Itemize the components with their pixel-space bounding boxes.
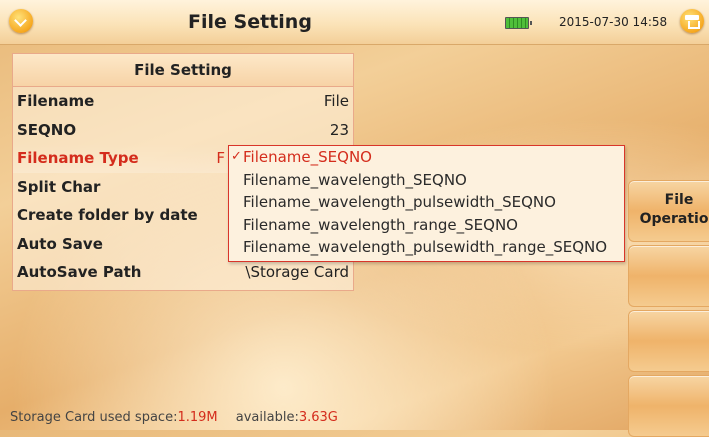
row-label: Create folder by date — [17, 206, 198, 224]
option-label: Filename_wavelength_pulsewidth_SEQNO — [243, 193, 556, 212]
side-button-4[interactable] — [628, 375, 709, 437]
row-value: F — [216, 149, 225, 167]
row-label: SEQNO — [17, 120, 77, 139]
storage-status: Storage Card used space:1.19M available:… — [10, 410, 338, 425]
row-value: 23 — [329, 120, 349, 139]
dropdown-option[interactable]: Filename_wavelength_pulsewidth_SEQNO — [229, 191, 624, 214]
side-button-3[interactable] — [628, 310, 709, 372]
option-label: Filename_wavelength_SEQNO — [243, 170, 467, 189]
option-label: Filename_SEQNO — [243, 148, 372, 166]
row-seqno[interactable]: SEQNO 23 — [13, 116, 353, 145]
file-operation-button[interactable]: File Operation — [628, 180, 709, 242]
row-label: Filename — [17, 92, 95, 110]
dropdown-option[interactable]: Filename_wavelength_range_SEQNO — [229, 214, 624, 237]
filename-type-dropdown[interactable]: ✓ Filename_SEQNO Filename_wavelength_SEQ… — [228, 145, 625, 262]
option-label: Filename_wavelength_range_SEQNO — [243, 215, 518, 234]
row-filename[interactable]: Filename File — [13, 87, 353, 116]
dropdown-option[interactable]: ✓ Filename_SEQNO — [229, 146, 624, 169]
row-value: \Storage Card — [245, 263, 349, 281]
check-icon: ✓ — [231, 149, 242, 164]
clock: 2015-07-30 14:58 — [559, 15, 668, 29]
dropdown-option[interactable]: Filename_wavelength_pulsewidth_range_SEQ… — [229, 236, 624, 259]
row-label: AutoSave Path — [17, 263, 142, 281]
used-space-label: Storage Card used space: — [10, 410, 178, 425]
row-autosave-path[interactable]: AutoSave Path \Storage Card — [13, 258, 353, 287]
dropdown-option[interactable]: Filename_wavelength_SEQNO — [229, 169, 624, 192]
side-button-2[interactable] — [628, 245, 709, 307]
file-operation-label: File Operation — [639, 192, 709, 227]
page-title: File Setting — [188, 11, 312, 33]
battery-icon — [505, 17, 532, 29]
title-bar: File Setting 2015-07-30 14:58 — [0, 0, 709, 45]
row-label: Split Char — [17, 177, 101, 196]
available-label: available: — [235, 410, 299, 425]
row-label: Filename Type — [17, 149, 139, 167]
available-value: 3.63G — [298, 410, 338, 425]
panel-title: File Setting — [13, 54, 353, 87]
row-value: File — [323, 92, 349, 110]
home-icon[interactable] — [680, 9, 704, 33]
option-label: Filename_wavelength_pulsewidth_range_SEQ… — [243, 238, 608, 257]
row-label: Auto Save — [17, 234, 103, 253]
used-space-value: 1.19M — [177, 410, 218, 425]
